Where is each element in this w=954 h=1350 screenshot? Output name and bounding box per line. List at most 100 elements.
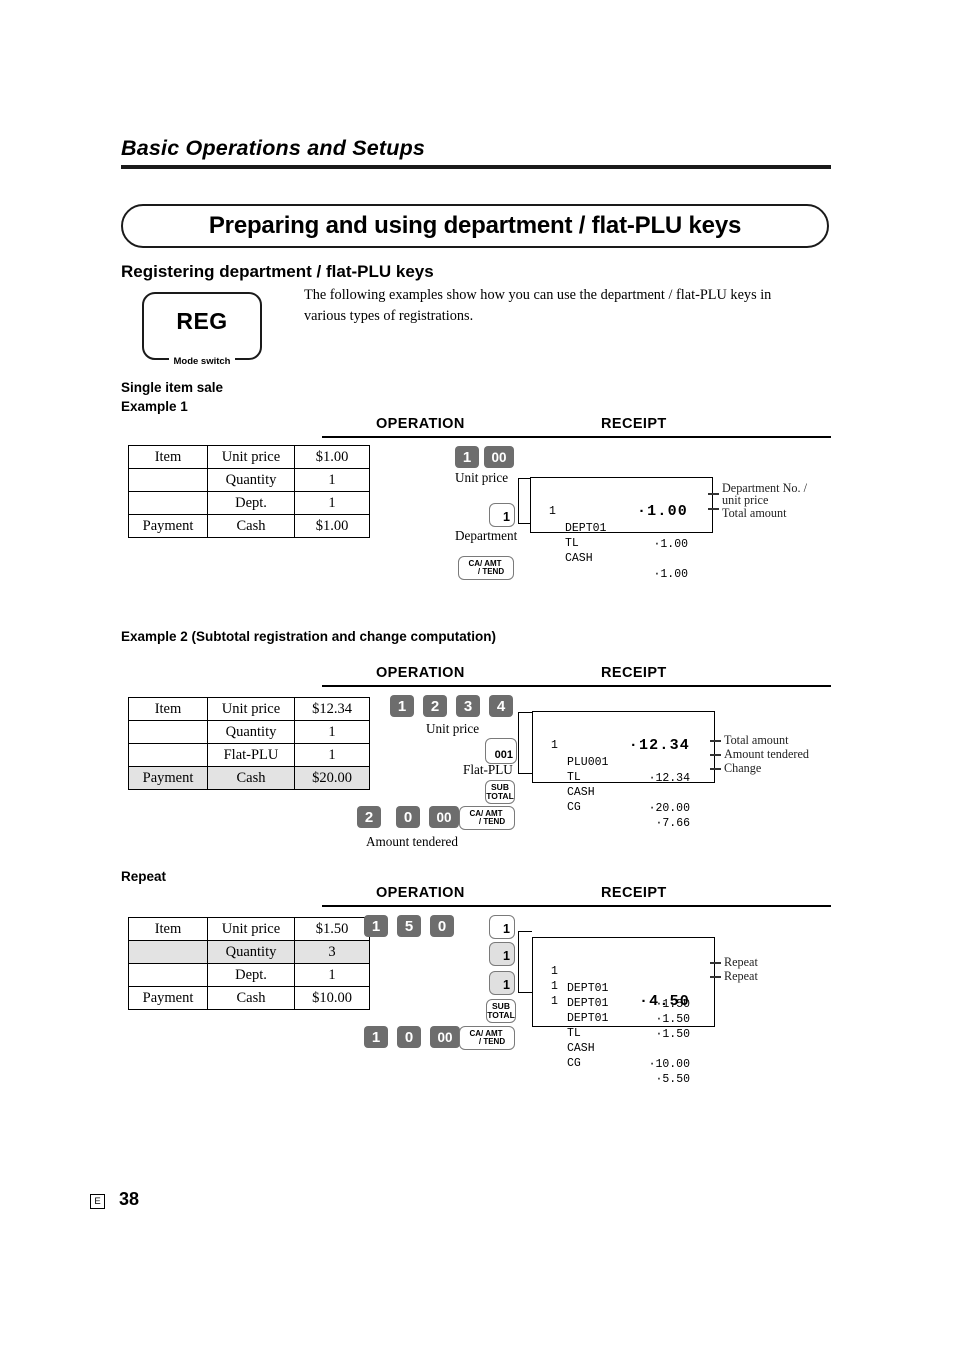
intro-paragraph: The following examples show how you can … xyxy=(304,287,772,325)
repeat-tick-2 xyxy=(710,976,721,978)
key-department-1[interactable]: 1 xyxy=(489,503,515,527)
cell-field: Cash xyxy=(207,986,295,1010)
example1-receipt: 1 DEPT01 ·1.00 TL ·1.00 CASH ·1.00 xyxy=(530,477,713,581)
example1-heading-line2: Example 1 xyxy=(121,399,188,414)
key-subtotal-line2: TOTAL xyxy=(487,1010,515,1020)
table-row: Item Unit price $1.50 xyxy=(128,917,370,941)
example1-heading-line1: Single item sale xyxy=(121,380,224,395)
receipt-amount: ·5.50 xyxy=(655,1072,690,1086)
key-department-1-repeat-1[interactable]: 1 xyxy=(489,942,515,966)
receipt-name: CASH xyxy=(565,551,593,565)
cell-value: $1.00 xyxy=(294,514,370,538)
key-numeric-4[interactable]: 4 xyxy=(489,695,513,717)
cell-field: Dept. xyxy=(207,491,295,515)
key-subtotal[interactable]: SUB TOTAL xyxy=(486,999,516,1023)
example2-annotation-change: Change xyxy=(724,761,762,775)
repeat-connector xyxy=(518,931,532,993)
example2-unit-price-caption: Unit price xyxy=(426,721,480,736)
example2-spec-table: Item Unit price $12.34 Quantity 1 Flat-P… xyxy=(128,697,370,790)
key-department-1-repeat-2[interactable]: 1 xyxy=(489,971,515,995)
example2-tender-caption: Amount tendered xyxy=(366,834,458,849)
key-numeric-5[interactable]: 5 xyxy=(397,915,421,937)
example1-receipt-header: RECEIPT xyxy=(601,416,667,432)
key-cash-amount-tender[interactable]: CA/ AMT / TEND xyxy=(458,556,514,580)
example2-heading: Example 2 (Subtotal registration and cha… xyxy=(121,629,497,644)
page-title-pill: Preparing and using department / flat-PL… xyxy=(121,204,829,248)
receipt-line: 1 DEPT01 ·1.50 xyxy=(533,948,714,1011)
cell-value: $10.00 xyxy=(294,986,370,1010)
receipt-line: TL ·1.00 xyxy=(531,503,712,550)
table-row: Item Unit price $1.00 xyxy=(128,445,370,469)
example1-tick-1 xyxy=(708,493,719,495)
key-numeric-1[interactable]: 1 xyxy=(364,915,388,937)
key-numeric-0-tender[interactable]: 0 xyxy=(397,1026,421,1048)
example2-header-rule xyxy=(322,685,831,687)
example1-department-caption: Department xyxy=(455,528,518,543)
key-numeric-00[interactable]: 00 xyxy=(484,446,514,468)
mode-switch-caption: Mode switch xyxy=(144,356,260,367)
receipt-name: CG xyxy=(567,1056,581,1070)
cell-field: Flat-PLU xyxy=(207,743,295,767)
key-cash-line2: / TEND xyxy=(478,1037,506,1046)
cell-field: Unit price xyxy=(207,445,295,469)
key-numeric-0[interactable]: 0 xyxy=(430,915,454,937)
receipt-line: TL ·12.34 xyxy=(533,737,714,784)
cell-value: $1.50 xyxy=(294,917,370,941)
cell-field: Unit price xyxy=(207,917,295,941)
example2-tick-2 xyxy=(710,754,721,756)
example1-header-rule xyxy=(322,436,831,438)
running-head-text: Basic Operations and Setups xyxy=(121,136,426,160)
receipt-line: CASH ·20.00 xyxy=(533,752,714,815)
receipt-line: 1 DEPT01 ·1.50 xyxy=(533,963,714,1026)
cell-field: Quantity xyxy=(207,940,295,964)
example2-tick-1 xyxy=(710,740,721,742)
cell-value: 1 xyxy=(294,468,370,492)
key-numeric-2[interactable]: 2 xyxy=(423,695,447,717)
key-subtotal[interactable]: SUB TOTAL xyxy=(485,780,515,804)
table-row: Dept. 1 xyxy=(128,491,370,515)
receipt-name: TL xyxy=(565,536,579,550)
receipt-amount: ·1.00 xyxy=(653,537,688,551)
repeat-heading: Repeat xyxy=(121,869,167,884)
key-numeric-3[interactable]: 3 xyxy=(456,695,480,717)
repeat-header-rule xyxy=(322,905,831,907)
mode-switch-label: REG xyxy=(176,308,228,334)
mode-switch-graphic: REG Mode switch xyxy=(142,292,262,367)
key-numeric-1-tender[interactable]: 1 xyxy=(364,1026,388,1048)
cell-field: Cash xyxy=(207,514,295,538)
key-numeric-2-tender[interactable]: 2 xyxy=(357,806,381,828)
key-flat-plu-001[interactable]: 001 xyxy=(485,738,517,764)
cell-value: 1 xyxy=(294,743,370,767)
cell-label: Item xyxy=(128,445,208,469)
table-row: Flat-PLU 1 xyxy=(128,743,370,767)
repeat-receipt: 1 DEPT01 ·1.50 1 DEPT01 ·1.50 1 DEPT01 ·… xyxy=(532,937,715,1086)
key-numeric-0-tender[interactable]: 0 xyxy=(396,806,420,828)
key-numeric-00-tender[interactable]: 00 xyxy=(430,1026,460,1048)
key-department-1-first[interactable]: 1 xyxy=(489,915,515,939)
cell-field: Unit price xyxy=(207,697,295,721)
receipt-name: CASH xyxy=(567,785,595,799)
key-numeric-1[interactable]: 1 xyxy=(455,446,479,468)
example2-annotation-total: Total amount xyxy=(724,733,789,747)
example2-receipt-header: RECEIPT xyxy=(601,665,667,681)
key-cash-amount-tender[interactable]: CA/ AMT / TEND xyxy=(459,806,515,830)
example1-unit-price-caption: Unit price xyxy=(455,470,509,485)
cell-label xyxy=(128,491,208,515)
cell-value: $20.00 xyxy=(294,766,370,790)
repeat-annotation-2: Repeat xyxy=(724,969,758,983)
page-title: Preparing and using department / flat-PL… xyxy=(208,212,742,239)
key-numeric-00-tender[interactable]: 00 xyxy=(429,806,459,828)
repeat-annotation-1: Repeat xyxy=(724,955,758,969)
cell-label xyxy=(128,743,208,767)
example2-tick-3 xyxy=(710,768,721,770)
example1-tick-2 xyxy=(708,508,719,510)
example1-spec-table: Item Unit price $1.00 Quantity 1 Dept. 1… xyxy=(128,445,370,538)
key-cash-amount-tender[interactable]: CA/ AMT / TEND xyxy=(459,1026,515,1050)
cell-label: Payment xyxy=(128,766,208,790)
example2-connector xyxy=(518,712,532,774)
cell-label xyxy=(128,468,208,492)
cell-value: $12.34 xyxy=(294,697,370,721)
key-numeric-1[interactable]: 1 xyxy=(390,695,414,717)
key-subtotal-line2: TOTAL xyxy=(486,791,514,801)
cell-label: Payment xyxy=(128,514,208,538)
